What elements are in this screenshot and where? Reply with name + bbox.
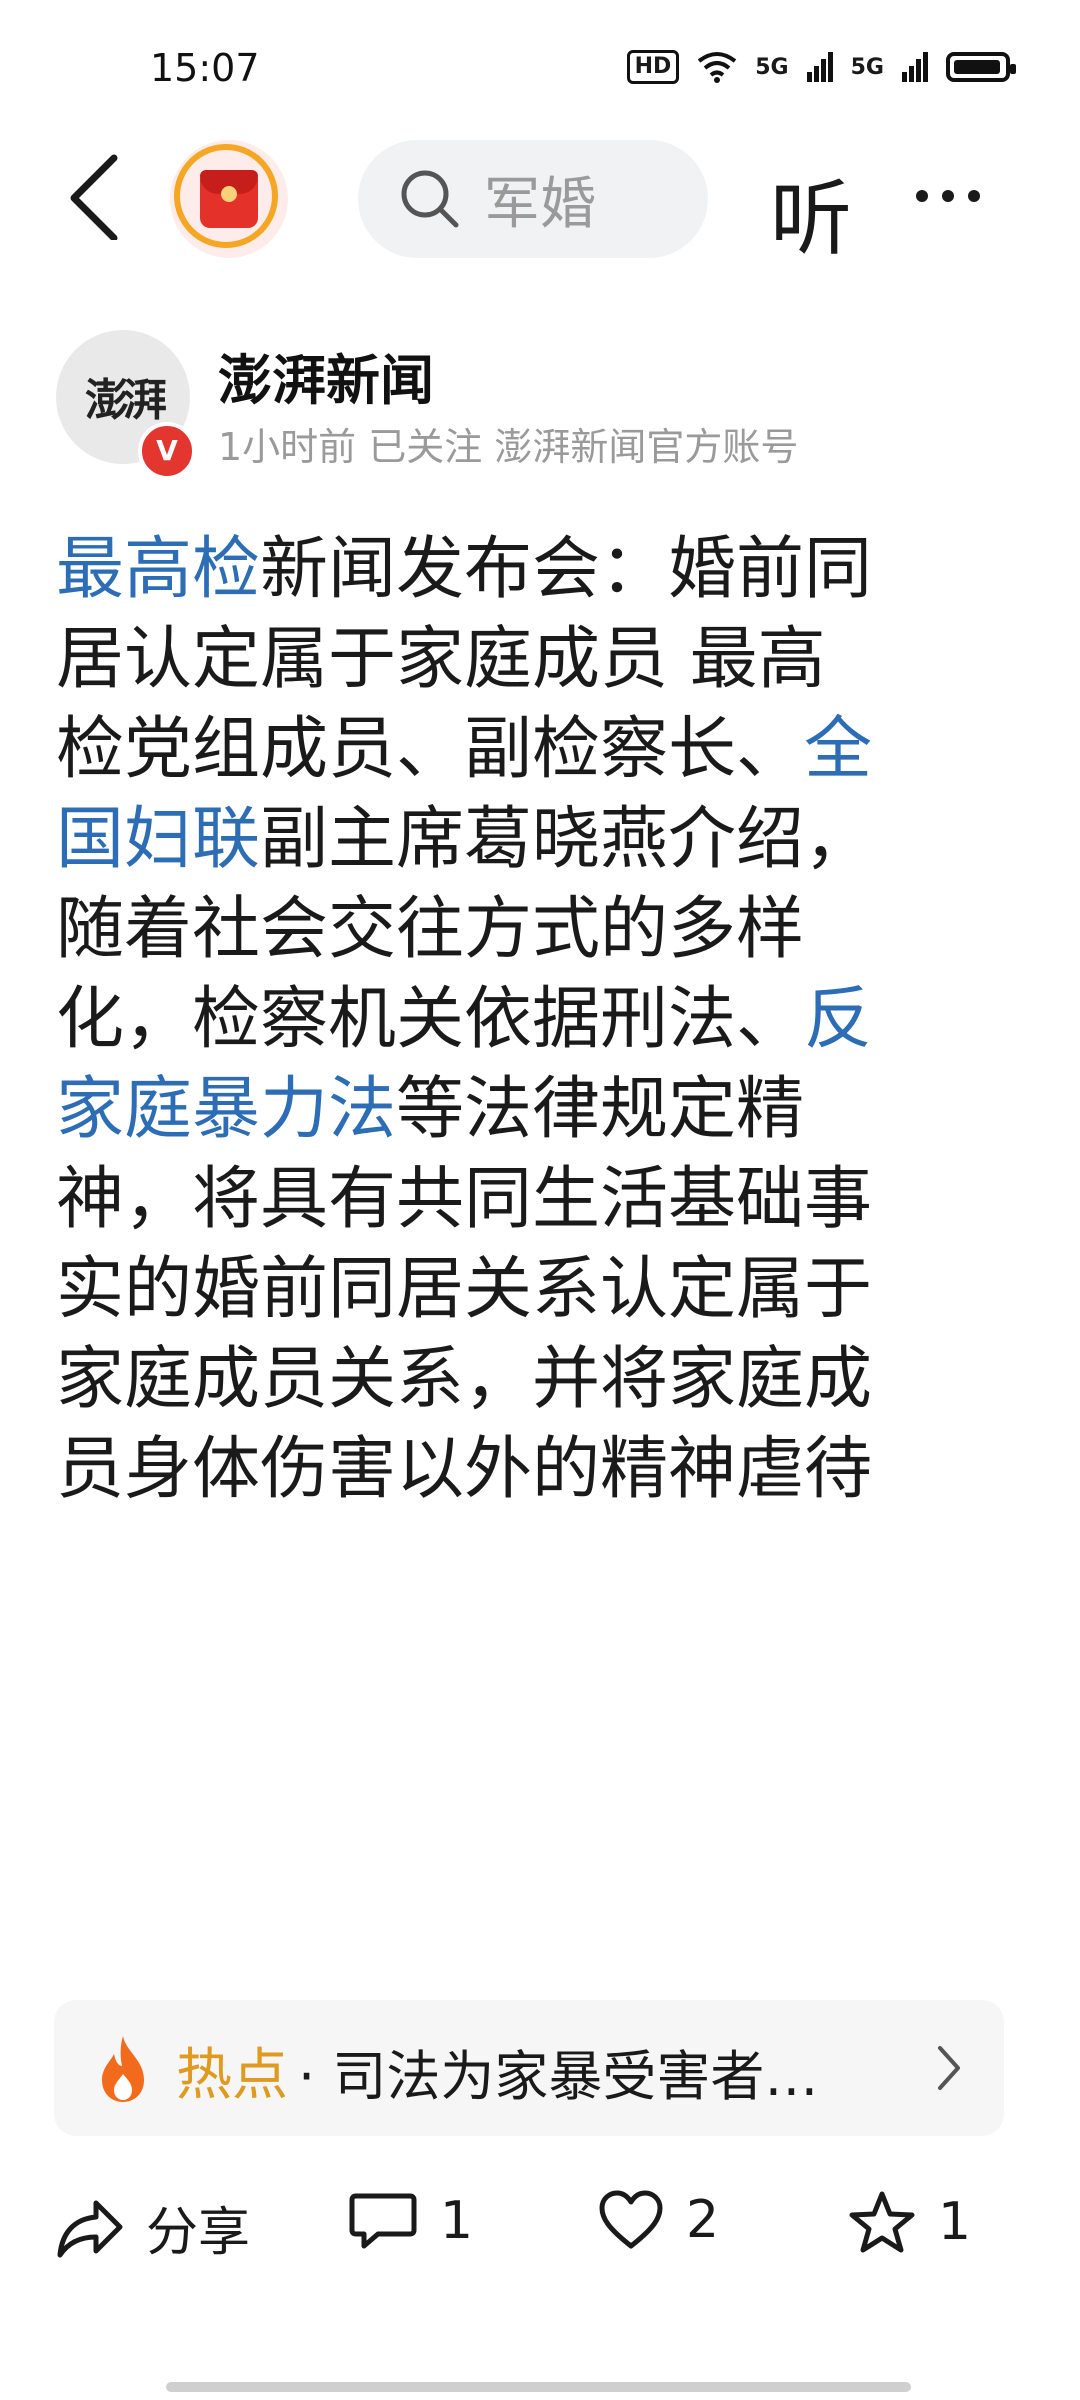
- comment-icon: [349, 2193, 417, 2249]
- status-icons: HD 5G 5G: [626, 50, 1016, 84]
- topic-link[interactable]: 最高检: [56, 530, 260, 609]
- article-line: 随着社会交往方式的多样: [56, 885, 1024, 975]
- article-text: 副主席葛晓燕介绍，: [260, 800, 873, 879]
- search-placeholder: 军婚: [484, 171, 596, 237]
- hot-label: 热点: [176, 2043, 288, 2108]
- hot-topic-text: · 司法为家暴受害者…: [298, 2045, 819, 2108]
- article-line: 员身体伤害以外的精神虐待: [56, 1425, 1024, 1515]
- listen-button[interactable]: 听: [770, 152, 852, 271]
- red-envelope-button[interactable]: [170, 140, 288, 258]
- article-text: 化，检察机关依据刑法、: [56, 980, 805, 1059]
- signal-bars-icon: [806, 52, 833, 82]
- article-text: 实的婚前同居关系认定属于: [56, 1250, 873, 1329]
- author-name[interactable]: 澎湃新闻: [218, 336, 434, 415]
- hd-voice-icon: HD: [626, 50, 680, 84]
- search-icon: [401, 170, 459, 228]
- article-text: 员身体伤害以外的精神虐待: [56, 1430, 873, 1509]
- article-line: 国妇联副主席葛晓燕介绍，: [56, 795, 1024, 885]
- article-text: 等法律规定精: [396, 1070, 805, 1149]
- verified-badge-icon: V: [138, 422, 196, 480]
- topic-link[interactable]: 反: [804, 980, 872, 1059]
- article-line: 家庭成员关系，并将家庭成: [56, 1335, 1024, 1425]
- article-body: 最高检新闻发布会：婚前同 居认定属于家庭成员 最高 检党组成员、副检察长、全 国妇联副…: [56, 525, 1024, 1515]
- share-icon: [57, 2200, 123, 2257]
- author-header: 澎湃 V 澎湃新闻 1小时前 已关注 澎湃新闻官方账号: [56, 330, 1026, 480]
- status-time: 15:07: [150, 46, 260, 90]
- favorite-count: 1: [938, 2192, 972, 2252]
- back-arrow-icon[interactable]: [56, 150, 146, 240]
- status-bar: 15:07 HD 5G 5G: [0, 0, 1080, 130]
- article-line: 最高检新闻发布会：婚前同: [56, 525, 1024, 615]
- author-meta: 1小时前 已关注 澎湃新闻官方账号: [218, 425, 799, 469]
- heart-icon: [599, 2190, 663, 2249]
- article-line: 化，检察机关依据刑法、反: [56, 975, 1024, 1065]
- signal-5g-icon-2: 5G: [850, 54, 884, 80]
- article-text: 新闻发布会：婚前同: [260, 530, 873, 609]
- search-bar[interactable]: 军婚: [358, 140, 708, 258]
- favorite-button[interactable]: 1: [848, 2190, 971, 2254]
- signal-5g-icon: 5G: [755, 54, 789, 80]
- action-bar: 分享 1 2 1: [0, 2170, 1080, 2280]
- more-menu-icon[interactable]: [916, 190, 980, 202]
- flame-icon: [102, 2036, 144, 2102]
- article-text: 随着社会交往方式的多样: [56, 890, 805, 969]
- article-line: 神，将具有共同生活基础事: [56, 1155, 1024, 1245]
- article-line: 检党组成员、副检察长、全: [56, 705, 1024, 795]
- home-indicator[interactable]: [166, 2382, 911, 2392]
- chevron-right-icon: [938, 2046, 960, 2090]
- article-line: 实的婚前同居关系认定属于: [56, 1245, 1024, 1335]
- red-envelope-icon: [200, 170, 258, 228]
- top-nav-bar: 军婚 听: [0, 140, 1080, 267]
- topic-link[interactable]: 全: [804, 710, 872, 789]
- avatar-logo: 澎湃: [85, 375, 167, 426]
- topic-link[interactable]: 国妇联: [56, 800, 260, 879]
- like-count: 2: [686, 2190, 720, 2250]
- topic-link[interactable]: 家庭暴力法: [56, 1070, 396, 1149]
- comment-count: 1: [440, 2191, 474, 2251]
- share-label: 分享: [146, 2203, 251, 2263]
- share-button[interactable]: 分享: [56, 2190, 250, 2265]
- star-icon: [849, 2191, 915, 2253]
- article-text: 居认定属于家庭成员 最高: [56, 620, 826, 699]
- article-text: 神，将具有共同生活基础事: [56, 1160, 873, 1239]
- signal-bars-icon-2: [902, 52, 928, 82]
- comment-button[interactable]: 1: [348, 2190, 473, 2252]
- hot-topic-banner[interactable]: 热点 · 司法为家暴受害者…: [54, 2000, 1004, 2136]
- article-line: 家庭暴力法等法律规定精: [56, 1065, 1024, 1155]
- article-line: 居认定属于家庭成员 最高: [56, 615, 1024, 705]
- like-button[interactable]: 2: [598, 2190, 719, 2250]
- battery-icon: [946, 52, 1016, 82]
- article-text: 家庭成员关系，并将家庭成: [56, 1340, 873, 1419]
- article-text: 检党组成员、副检察长、: [56, 710, 805, 789]
- wifi-icon: [698, 52, 737, 83]
